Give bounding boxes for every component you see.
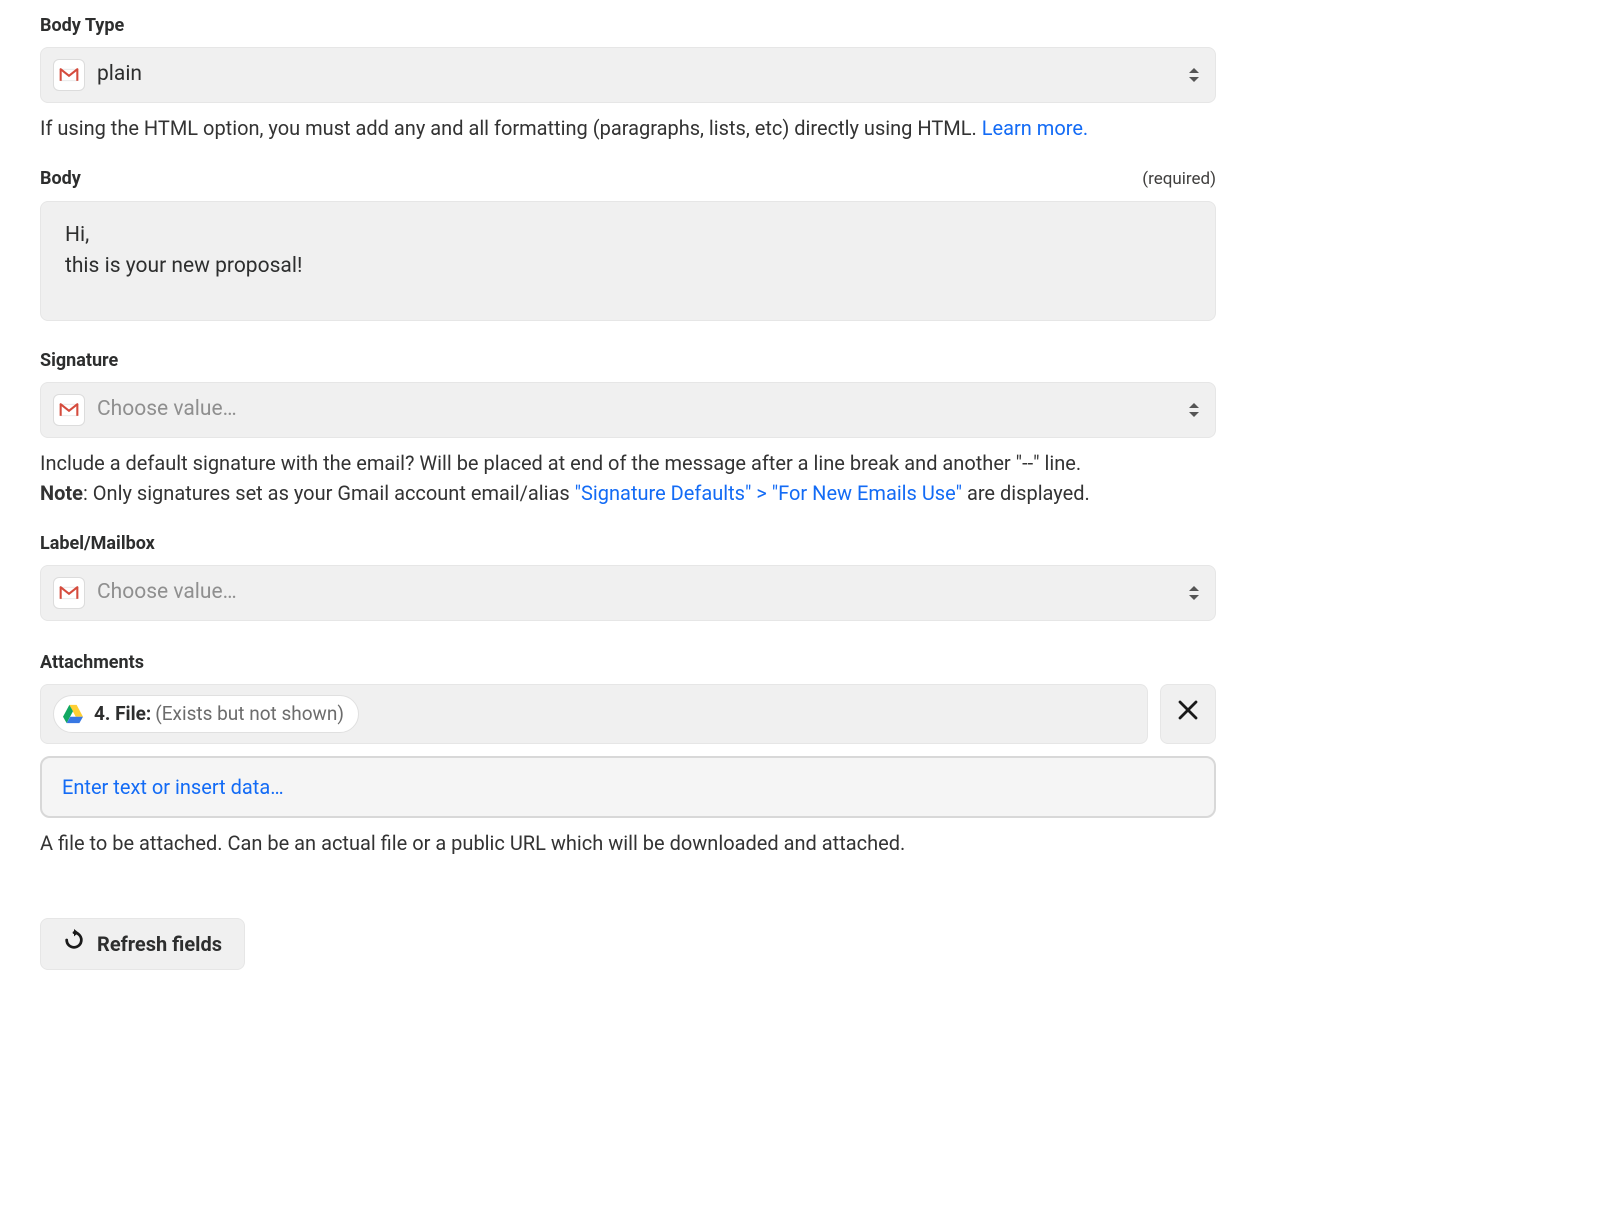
gmail-icon: [53, 394, 85, 426]
body-type-help: If using the HTML option, you must add a…: [40, 113, 1216, 143]
attachments-label: Attachments: [40, 649, 144, 676]
label-mailbox-select[interactable]: Choose value…: [40, 565, 1216, 621]
gmail-icon: [53, 577, 85, 609]
signature-defaults-link[interactable]: "Signature Defaults" > "For New Emails U…: [575, 481, 962, 505]
learn-more-link[interactable]: Learn more.: [982, 116, 1088, 140]
label-mailbox-placeholder: Choose value…: [97, 577, 1185, 609]
body-label: Body: [40, 165, 81, 192]
refresh-fields-label: Refresh fields: [97, 929, 222, 959]
body-type-select[interactable]: plain: [40, 47, 1216, 103]
google-drive-icon: [62, 704, 84, 724]
attachment-field[interactable]: 4. File: (Exists but not shown): [40, 684, 1148, 745]
remove-attachment-button[interactable]: [1160, 684, 1216, 745]
gmail-icon: [53, 59, 85, 91]
signature-select[interactable]: Choose value…: [40, 382, 1216, 438]
body-type-value: plain: [97, 59, 1185, 91]
body-type-label: Body Type: [40, 12, 124, 39]
sort-icon: [1185, 63, 1203, 87]
attachment-add-input[interactable]: Enter text or insert data…: [40, 756, 1216, 818]
attachment-pill[interactable]: 4. File: (Exists but not shown): [53, 695, 359, 734]
body-textarea[interactable]: Hi, this is your new proposal!: [40, 201, 1216, 321]
refresh-icon: [63, 929, 85, 959]
signature-label: Signature: [40, 347, 118, 374]
signature-help: Include a default signature with the ema…: [40, 448, 1216, 508]
close-icon: [1177, 699, 1199, 729]
attachments-help: A file to be attached. Can be an actual …: [40, 828, 1216, 858]
sort-icon: [1185, 398, 1203, 422]
body-required: (required): [1142, 167, 1216, 193]
signature-placeholder: Choose value…: [97, 394, 1185, 426]
refresh-fields-button[interactable]: Refresh fields: [40, 918, 245, 970]
label-mailbox-label: Label/Mailbox: [40, 530, 155, 557]
sort-icon: [1185, 581, 1203, 605]
